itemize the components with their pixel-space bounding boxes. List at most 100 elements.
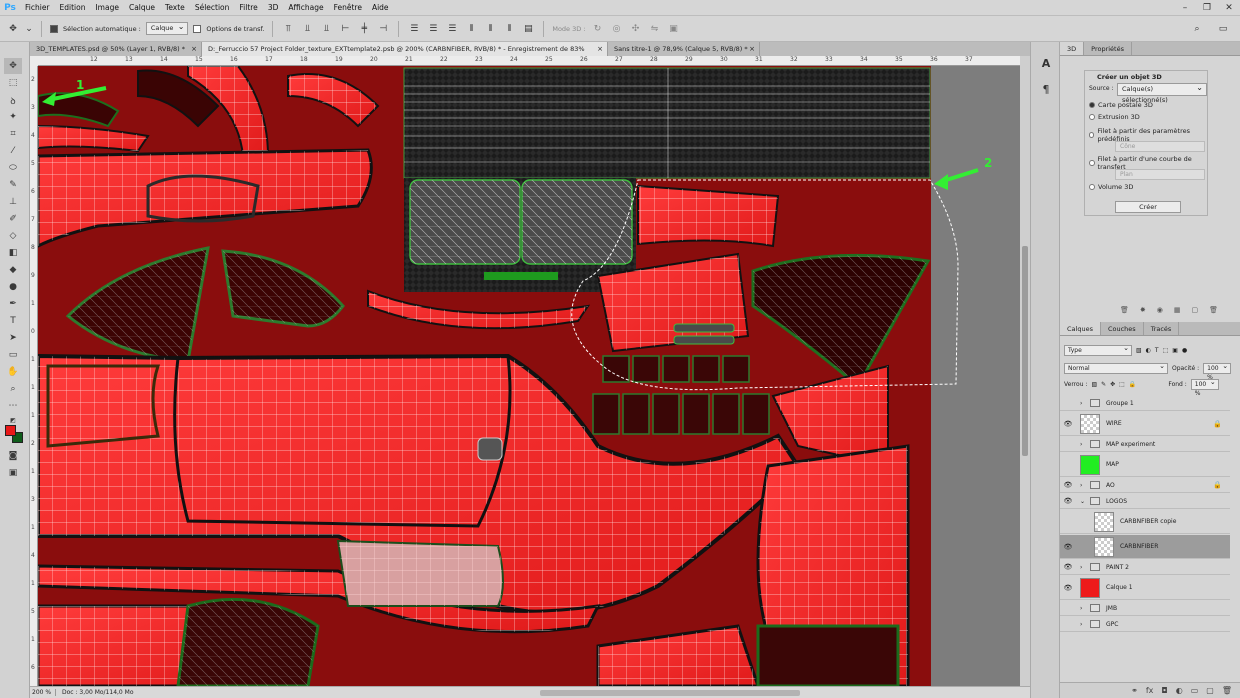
visibility-eye-icon[interactable]: 👁 — [1060, 481, 1076, 489]
scrollbar-thumb[interactable] — [1022, 246, 1028, 456]
brush-tool-icon[interactable]: ✎ — [4, 177, 22, 193]
layer-row[interactable]: 👁 WIRE 🔒 — [1060, 412, 1230, 436]
type-tool-icon[interactable]: T — [4, 313, 22, 329]
expand-chevron-icon[interactable]: › — [1080, 564, 1086, 571]
document-tab[interactable]: Sans titre-1 @ 78,9% (Calque 5, RVB/8) *… — [608, 42, 760, 56]
filter-shape-icon[interactable]: ⬚ — [1163, 347, 1169, 354]
layer-filter-dropdown[interactable]: Type — [1064, 344, 1132, 356]
menu-item[interactable]: 3D — [263, 0, 284, 16]
menu-item[interactable]: Fichier — [20, 0, 55, 16]
gradient-tool-icon[interactable]: ◧ — [4, 245, 22, 261]
distribute-left-icon[interactable]: ⦀ — [464, 22, 478, 36]
lock-artboard-icon[interactable]: ⬚ — [1119, 381, 1125, 388]
drag-3d-icon[interactable]: ✣ — [629, 22, 643, 36]
layer-row[interactable]: 👁 › PAINT 2 — [1060, 560, 1230, 575]
expand-chevron-icon[interactable]: › — [1080, 400, 1086, 407]
eraser-tool-icon[interactable]: ◇ — [4, 228, 22, 244]
transform-checkbox[interactable] — [193, 24, 202, 33]
visibility-eye-icon[interactable]: 👁 — [1060, 420, 1076, 428]
menu-item[interactable]: Filtre — [234, 0, 262, 16]
filter-pixel-icon[interactable]: ▧ — [1136, 347, 1142, 354]
workspace-icon[interactable]: ▭ — [1216, 22, 1230, 36]
filter-type-icon[interactable]: T — [1155, 347, 1159, 354]
magic-wand-tool-icon[interactable]: ✦ — [4, 109, 22, 125]
move-tool-icon[interactable]: ✥ — [4, 58, 22, 74]
radio-dot[interactable] — [1089, 114, 1095, 120]
lasso-tool-icon[interactable]: ꝺ — [4, 92, 22, 108]
radio-dot[interactable] — [1089, 132, 1095, 138]
distribute-hcenter-icon[interactable]: ⦀ — [483, 22, 497, 36]
align-top-icon[interactable]: ⫪ — [281, 22, 295, 36]
pen-tool-icon[interactable]: ✒ — [4, 296, 22, 312]
preset-dropdown[interactable]: Cône — [1115, 141, 1205, 152]
eyedropper-tool-icon[interactable]: ⁄ — [4, 143, 22, 159]
filter-adjust-icon[interactable]: ◐ — [1146, 347, 1151, 354]
layer-row[interactable]: › GPC — [1060, 617, 1230, 632]
quick-mask-icon[interactable]: ◙ — [4, 448, 22, 464]
curve-dropdown[interactable]: Plan — [1115, 169, 1205, 180]
paragraph-panel-icon[interactable]: ¶ — [1037, 80, 1055, 98]
create-button[interactable]: Créer — [1115, 201, 1181, 213]
orbit-3d-icon[interactable]: ↻ — [591, 22, 605, 36]
menu-item[interactable]: Aide — [367, 0, 394, 16]
expand-chevron-icon[interactable]: ⌄ — [1080, 498, 1086, 505]
expand-chevron-icon[interactable]: › — [1080, 441, 1086, 448]
layer-row[interactable]: 👁 Calque 1 — [1060, 576, 1230, 600]
menu-item[interactable]: Calque — [124, 0, 160, 16]
trash-icon[interactable]: 🗑 — [1222, 686, 1232, 695]
expand-chevron-icon[interactable]: › — [1080, 621, 1086, 628]
filter-toggle-icon[interactable]: ● — [1182, 347, 1187, 354]
history-brush-tool-icon[interactable]: ✐ — [4, 211, 22, 227]
visibility-eye-icon[interactable]: 👁 — [1060, 543, 1076, 551]
radio-dot[interactable] — [1089, 102, 1095, 108]
layer-row[interactable]: › MAP experiment — [1060, 437, 1230, 452]
stamp-tool-icon[interactable]: ⊥ — [4, 194, 22, 210]
dodge-tool-icon[interactable]: ● — [4, 279, 22, 295]
panel-tab[interactable]: Couches — [1101, 322, 1144, 335]
distribute-right-icon[interactable]: ⦀ — [502, 22, 516, 36]
menu-item[interactable]: Texte — [160, 0, 190, 16]
light-icon[interactable]: ✸ — [1140, 306, 1146, 314]
close-tab-icon[interactable]: × — [749, 42, 755, 56]
shape-tool-icon[interactable]: ▭ — [4, 347, 22, 363]
expand-chevron-icon[interactable]: › — [1080, 482, 1086, 489]
object-type-radio[interactable]: Extrusion 3D — [1089, 113, 1140, 121]
group-icon[interactable]: ▭ — [1191, 686, 1199, 695]
radio-dot[interactable] — [1089, 160, 1095, 166]
maximize-icon[interactable]: ❐ — [1196, 0, 1218, 16]
link-icon[interactable]: ⚭ — [1131, 686, 1138, 695]
camera-icon[interactable]: ◉ — [1157, 306, 1163, 314]
auto-align-icon[interactable]: ▤ — [521, 22, 535, 36]
adjustment-icon[interactable]: ◐ — [1176, 686, 1183, 695]
menu-item[interactable]: Edition — [55, 0, 91, 16]
menu-item[interactable]: Affichage — [283, 0, 328, 16]
filter-smart-icon[interactable]: ▣ — [1172, 347, 1178, 354]
expand-chevron-icon[interactable]: › — [1080, 605, 1086, 612]
auto-select-checkbox[interactable] — [50, 24, 58, 33]
move-tool-icon[interactable]: ✥ — [6, 22, 20, 36]
fill-field[interactable]: 100 % — [1190, 378, 1219, 397]
document-tab[interactable]: D:_Ferruccio 57 Project Folder_texture_E… — [202, 42, 608, 56]
crop-tool-icon[interactable]: ⌗ — [4, 126, 22, 142]
object-type-radio[interactable]: Volume 3D — [1089, 183, 1133, 191]
new-layer-icon[interactable]: ▢ — [1206, 686, 1214, 695]
panel-tab[interactable]: Propriétés — [1084, 42, 1132, 55]
scene-icon[interactable]: ▦ — [1174, 306, 1181, 314]
hand-tool-icon[interactable]: ✋ — [4, 364, 22, 380]
minimize-icon[interactable]: – — [1174, 0, 1196, 16]
auto-select-dropdown[interactable]: Calque — [145, 21, 189, 35]
mask-icon[interactable]: ◘ — [1161, 686, 1167, 695]
align-hcenter-icon[interactable]: ╪ — [357, 22, 371, 36]
source-dropdown[interactable]: Calque(s) sélectionné(s) — [1117, 82, 1207, 104]
close-icon[interactable]: ✕ — [1218, 0, 1240, 16]
layer-row[interactable]: CARBNFIBER copie — [1060, 510, 1230, 534]
layer-row[interactable]: 👁 › AO 🔒 — [1060, 478, 1230, 493]
align-bottom-icon[interactable]: ⫫ — [319, 22, 333, 36]
layer-row[interactable]: › Groupe 1 — [1060, 396, 1230, 411]
layer-row[interactable]: MAP — [1060, 453, 1230, 477]
menu-item[interactable]: Fenêtre — [329, 0, 367, 16]
radio-dot[interactable] — [1089, 184, 1095, 190]
blur-tool-icon[interactable]: ◆ — [4, 262, 22, 278]
visibility-eye-icon[interactable]: 👁 — [1060, 563, 1076, 571]
layer-row[interactable]: 👁 CARBNFIBER — [1060, 535, 1230, 559]
